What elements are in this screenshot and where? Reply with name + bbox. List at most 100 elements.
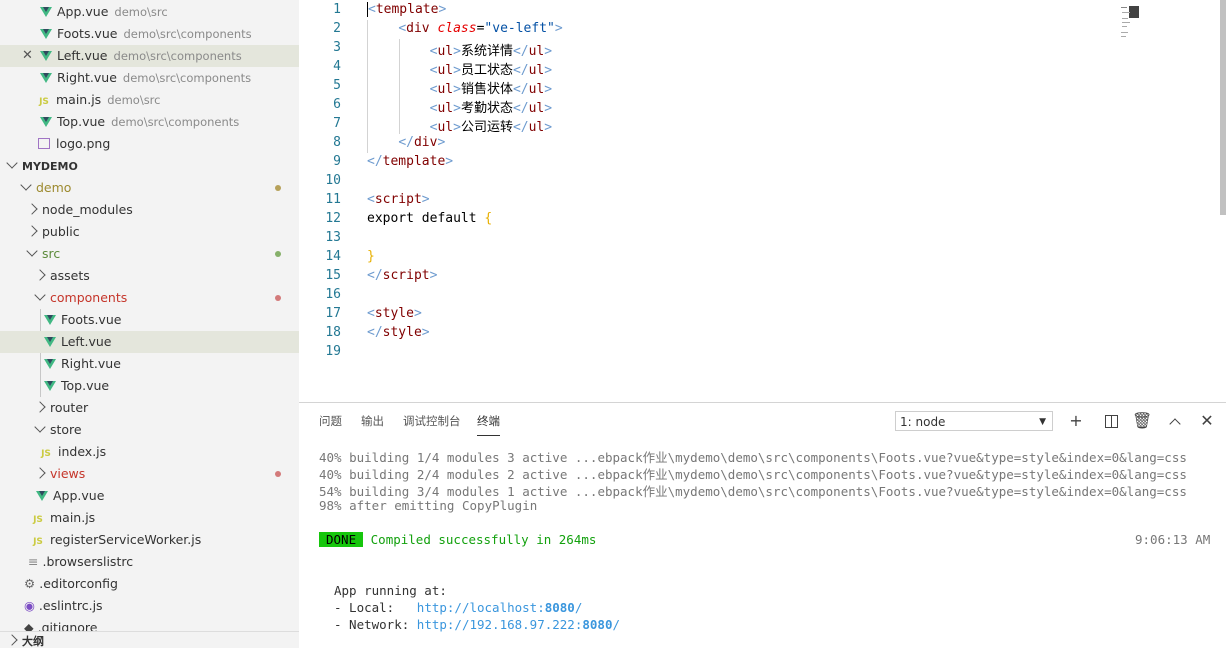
tree-folder-node-modules[interactable]: node_modules	[0, 199, 299, 221]
vue-file-icon	[44, 315, 56, 325]
open-editor-left-vue[interactable]: ✕ Left.vue demo\src\components	[0, 45, 299, 67]
network-url-line: - Network: http://192.168.97.222:8080/	[334, 617, 621, 632]
chevron-down-icon	[34, 421, 46, 433]
chevron-right-icon	[26, 203, 38, 215]
local-url-link[interactable]: http://localhost:8080/	[417, 600, 583, 615]
line-number: 11	[325, 192, 341, 207]
line-number: 14	[325, 249, 341, 264]
chevron-right-icon	[6, 634, 18, 646]
line-number: 6	[333, 97, 341, 112]
chevron-down-icon	[26, 245, 38, 257]
code-line: </template>	[367, 154, 454, 169]
chevron-down-icon	[6, 157, 18, 169]
local-url-line: - Local: http://localhost:8080/	[334, 600, 583, 615]
tab-terminal[interactable]: 终端	[477, 413, 500, 436]
open-editor-right-vue[interactable]: Right.vue demo\src\components	[0, 67, 299, 89]
code-line: <ul>考勤状态</ul>	[429, 101, 553, 116]
vue-file-icon	[40, 7, 52, 17]
terminal-done-line: DONE Compiled successfully in 264ms	[319, 532, 596, 547]
code-editor[interactable]: 1 2 3 4 5 6 7 8 9 10 11 12 13 14 15 16 17 18 19 <template>…	[299, 0, 1226, 402]
minimap[interactable]	[1119, 4, 1145, 44]
tree-file-index-js[interactable]: JS index.js	[0, 441, 299, 463]
chevron-down-icon	[20, 179, 32, 191]
terminal-timestamp: 9:06:13 AM	[1135, 532, 1211, 547]
code-line: <script>	[367, 192, 430, 207]
js-file-icon: JS	[33, 515, 43, 525]
vertical-scrollbar[interactable]	[1220, 0, 1226, 215]
modified-dot	[275, 185, 281, 191]
text-file-icon: ≡	[28, 554, 39, 569]
close-icon[interactable]: ✕	[22, 45, 33, 67]
line-number: 16	[325, 287, 341, 302]
compiled-message: Compiled successfully in 264ms	[370, 532, 597, 547]
tab-problems[interactable]: 问题	[319, 413, 342, 435]
line-number: 2	[333, 21, 341, 36]
vue-file-icon	[40, 117, 52, 127]
line-number: 15	[325, 268, 341, 283]
line-number: 19	[325, 344, 341, 359]
open-editor-app-vue[interactable]: App.vue demo\src	[0, 1, 299, 23]
line-number: 17	[325, 306, 341, 321]
code-line: <ul>员工状态</ul>	[429, 63, 553, 78]
tree-folder-views[interactable]: views	[0, 463, 299, 485]
vue-file-icon	[40, 73, 52, 83]
js-file-icon: JS	[39, 97, 49, 107]
code-line: <ul>公司运转</ul>	[429, 120, 553, 135]
bottom-panel: 问题 输出 调试控制台 终端 1: node ▼ + 🗑 ✕ 40% build…	[299, 402, 1226, 649]
tree-folder-demo[interactable]: demo	[0, 177, 299, 199]
tab-output[interactable]: 输出	[361, 413, 384, 435]
terminal-select[interactable]: 1: node ▼	[895, 411, 1053, 431]
new-terminal-icon[interactable]: +	[1066, 411, 1086, 431]
code-line: export default {	[367, 211, 493, 226]
line-number: 13	[325, 230, 341, 245]
open-editor-logo-png[interactable]: logo.png	[0, 133, 299, 155]
vue-file-icon	[36, 491, 48, 501]
line-number: 8	[333, 135, 341, 150]
outline-section[interactable]: 大纲	[0, 631, 299, 648]
tab-debug-console[interactable]: 调试控制台	[403, 413, 461, 435]
chevron-right-icon	[34, 467, 46, 479]
eslint-icon: ◉	[24, 598, 35, 613]
tree-folder-store[interactable]: store	[0, 419, 299, 441]
tree-folder-router[interactable]: router	[0, 397, 299, 419]
code-line: </div>	[398, 135, 446, 150]
code-line: <div class="ve-left">	[398, 21, 563, 36]
image-file-icon	[38, 138, 50, 149]
open-editor-foots-vue[interactable]: Foots.vue demo\src\components	[0, 23, 299, 45]
tree-file-eslintrc[interactable]: ◉ .eslintrc.js	[0, 595, 299, 617]
vue-file-icon	[44, 337, 56, 347]
tree-file-right-vue[interactable]: Right.vue	[0, 353, 299, 375]
explorer-section-mydemo[interactable]: MYDEMO	[0, 155, 299, 177]
line-number: 7	[333, 116, 341, 131]
app-running-line: App running at:	[334, 583, 447, 598]
tree-file-browserslistrc[interactable]: ≡ .browserslistrc	[0, 551, 299, 573]
tree-folder-components[interactable]: components	[0, 287, 299, 309]
tree-file-foots-vue[interactable]: Foots.vue	[0, 309, 299, 331]
js-file-icon: JS	[33, 537, 43, 547]
split-terminal-icon[interactable]	[1101, 411, 1121, 431]
line-number: 5	[333, 78, 341, 93]
open-editor-main-js[interactable]: JS main.js demo\src	[0, 89, 299, 111]
tree-file-top-vue[interactable]: Top.vue	[0, 375, 299, 397]
chevron-right-icon	[34, 269, 46, 281]
tree-file-gitignore[interactable]: ◆ .gitignore	[0, 617, 299, 631]
line-number: 4	[333, 59, 341, 74]
tree-folder-src[interactable]: src	[0, 243, 299, 265]
vue-file-icon	[44, 381, 56, 391]
tree-folder-public[interactable]: public	[0, 221, 299, 243]
network-url-link[interactable]: http://192.168.97.222:8080/	[417, 617, 620, 632]
js-file-icon: JS	[41, 449, 51, 459]
vue-file-icon	[40, 51, 52, 61]
tree-file-editorconfig[interactable]: ⚙ .editorconfig	[0, 573, 299, 595]
open-editor-top-vue[interactable]: Top.vue demo\src\components	[0, 111, 299, 133]
trash-icon[interactable]: 🗑	[1132, 411, 1152, 431]
chevron-right-icon	[26, 225, 38, 237]
tree-file-app-vue[interactable]: App.vue	[0, 485, 299, 507]
tree-file-main-js[interactable]: JS main.js	[0, 507, 299, 529]
chevron-down-icon	[34, 289, 46, 301]
tree-folder-assets[interactable]: assets	[0, 265, 299, 287]
tree-file-left-vue[interactable]: Left.vue	[0, 331, 299, 353]
close-icon[interactable]: ✕	[1197, 411, 1217, 431]
chevron-up-icon[interactable]	[1165, 411, 1185, 431]
tree-file-register-service-worker[interactable]: JS registerServiceWorker.js	[0, 529, 299, 551]
